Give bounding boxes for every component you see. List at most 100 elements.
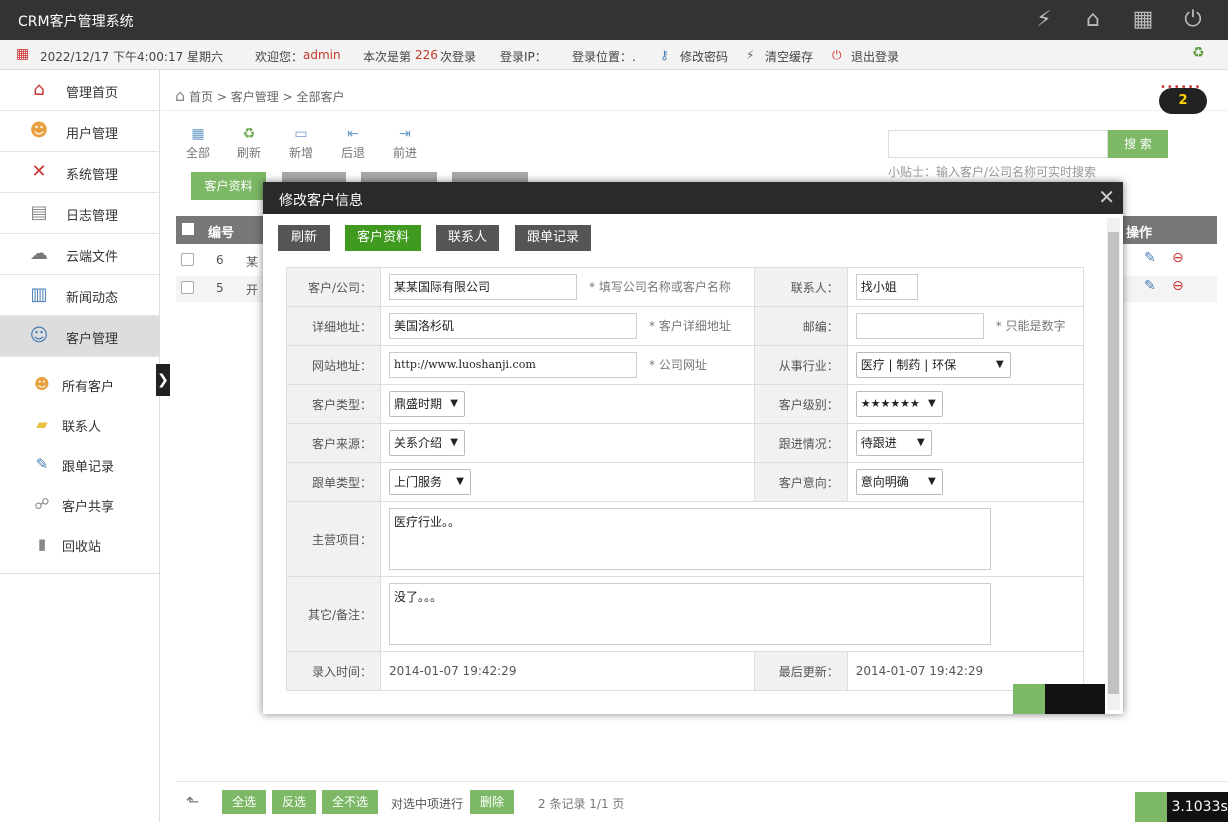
change-password-link[interactable]: 修改密码 <box>680 48 728 65</box>
select-all-checkbox[interactable] <box>182 223 194 235</box>
home-icon[interactable]: ⌂ <box>175 86 185 105</box>
divider <box>0 573 160 574</box>
login-ip: 登录IP： <box>500 50 547 64</box>
select-all-button[interactable]: 全选 <box>222 790 266 814</box>
delete-icon[interactable]: ⊖ <box>1172 250 1184 266</box>
zip-input[interactable] <box>855 313 984 339</box>
row-checkbox[interactable] <box>181 281 194 294</box>
sidebar-item-news[interactable]: ▥ 新闻动态 <box>0 275 160 316</box>
follow-select[interactable]: 待跟进 ▼ <box>855 430 932 456</box>
edit-icon[interactable]: ✎ <box>1144 250 1156 266</box>
home-icon[interactable]: ⌂ <box>1079 6 1107 34</box>
modal-tab-follow-records[interactable]: 跟单记录 <box>515 225 591 251</box>
grid-icon[interactable]: ▦ <box>1129 6 1157 34</box>
delete-button[interactable]: 删除 <box>470 790 514 814</box>
sidebar-item-users[interactable]: ☻ 用户管理 <box>0 111 160 152</box>
add-window-icon: ▭ <box>294 126 308 142</box>
industry-select[interactable]: 医疗 | 制药 | 环保 ▼ <box>855 352 1011 378</box>
chevron-down-icon: ▼ <box>928 392 936 416</box>
toolbar-forward-button[interactable]: ⇥ 前进 <box>390 126 420 161</box>
sidebar-item-label: 客户管理 <box>66 332 119 347</box>
edit-icon: ✎ <box>35 455 49 473</box>
sidebar-item-logs[interactable]: ▤ 日志管理 <box>0 193 160 234</box>
tab[interactable] <box>452 172 528 182</box>
edit-icon[interactable]: ✎ <box>1144 278 1156 294</box>
breadcrumb-home[interactable]: 首页 <box>189 90 213 104</box>
source-value: 关系介绍 <box>394 436 443 450</box>
type-value: 鼎盛时期 <box>394 397 443 411</box>
tab[interactable] <box>361 172 437 182</box>
subitem-contacts[interactable]: ▰ 联系人 <box>0 404 160 444</box>
subitem-all-customers[interactable]: ☻ 所有客户 <box>0 364 160 404</box>
toolbar-all-button[interactable]: ▦ 全部 <box>183 126 213 161</box>
modal-tab-contacts[interactable]: 联系人 <box>436 225 499 251</box>
tab[interactable] <box>282 172 346 182</box>
sidebar-item-label: 系统管理 <box>66 168 119 183</box>
login-suffix: 次登录 <box>440 50 477 64</box>
sidebar-item-system[interactable]: ✕ 系统管理 <box>0 152 160 193</box>
address-label: 详细地址： <box>286 306 381 346</box>
row-name[interactable]: 某 <box>246 253 258 270</box>
clear-cache-link[interactable]: 清空缓存 <box>765 48 813 65</box>
select-none-button[interactable]: 全不选 <box>322 790 378 814</box>
zip-hint: * 只能是数字 <box>995 318 1066 333</box>
address-input[interactable]: 美国洛杉矶 <box>389 313 637 339</box>
toolbar-add-button[interactable]: ▭ 新增 <box>286 126 316 161</box>
scrollbar-thumb[interactable] <box>1108 232 1119 694</box>
intent-select[interactable]: 意向明确 ▼ <box>855 469 943 495</box>
key-icon: ⚷ <box>660 48 669 62</box>
website-input[interactable]: http://www.luoshanji.com <box>389 352 637 378</box>
sidebar-item-cloud[interactable]: ☁ 云端文件 <box>0 234 160 275</box>
toolbar-label: 后退 <box>340 146 365 160</box>
sync-icon[interactable]: ♻ <box>1192 45 1205 61</box>
company-input[interactable]: 某某国际有限公司 <box>389 274 577 300</box>
zip-label: 邮编： <box>753 306 848 346</box>
row-name[interactable]: 开 <box>246 281 258 298</box>
chevron-down-icon: ▼ <box>917 437 925 448</box>
breadcrumb-customers[interactable]: 客户管理 <box>231 90 279 104</box>
logout-link[interactable]: 退出登录 <box>851 48 899 65</box>
customer-icon: ☺ <box>29 325 49 346</box>
close-icon[interactable]: ✕ <box>1098 185 1115 209</box>
cloud-icon: ☁ <box>30 243 48 264</box>
users-icon: ☻ <box>34 375 50 393</box>
search-button[interactable]: 搜 索 <box>1108 130 1168 158</box>
subitem-shared[interactable]: ☍ 客户共享 <box>0 484 160 524</box>
source-select[interactable]: 关系介绍 ▼ <box>389 430 465 456</box>
edit-customer-modal: 修改客户信息 ✕ 刷新 客户资料 联系人 跟单记录 客户/公司： 某某国际有限公… <box>263 182 1123 737</box>
toolbar-back-button[interactable]: ⇤ 后退 <box>338 126 368 161</box>
power-icon[interactable]: ⏻ <box>1179 6 1207 34</box>
contact-input[interactable]: 找小姐 <box>855 274 918 300</box>
row-checkbox[interactable] <box>181 253 194 266</box>
type-select[interactable]: 鼎盛时期 ▼ <box>389 391 465 417</box>
search-input[interactable] <box>888 130 1108 158</box>
follow-label: 跟进情况： <box>753 423 848 463</box>
modal-tab-customer-info[interactable]: 客户资料 <box>345 225 421 251</box>
notification-badge[interactable]: 2 <box>1159 88 1207 114</box>
project-textarea[interactable]: 医疗行业。。 <box>389 508 991 570</box>
refresh-arrows-icon[interactable]: ⚡ <box>1030 6 1058 34</box>
subitem-recycle-bin[interactable]: ▮ 回收站 <box>0 524 160 564</box>
order-type-select[interactable]: 上门服务 ▼ <box>389 469 471 495</box>
sidebar-item-customers[interactable]: ☺ 客户管理 <box>0 316 160 357</box>
tab-customer-info[interactable]: 客户资料 <box>191 172 266 200</box>
level-select[interactable]: ★★★★★★ ▼ <box>855 391 943 417</box>
delete-icon[interactable]: ⊖ <box>1172 278 1184 294</box>
row-id: 5 <box>216 281 224 295</box>
modal-tab-refresh[interactable]: 刷新 <box>278 225 330 251</box>
toolbar-refresh-button[interactable]: ♻ 刷新 <box>234 126 264 161</box>
sidebar-item-home[interactable]: ⌂ 管理首页 <box>0 70 160 111</box>
invert-selection-button[interactable]: 反选 <box>272 790 316 814</box>
company-label: 客户/公司： <box>286 267 381 307</box>
modal-title-bar: 修改客户信息 ✕ <box>263 182 1123 214</box>
collapse-sidebar-button[interactable]: ❯ <box>156 364 170 396</box>
order-type-label: 跟单类型： <box>286 462 381 502</box>
scrollbar[interactable] <box>1107 218 1120 710</box>
sidebar-item-label: 日志管理 <box>66 209 119 224</box>
breadcrumb-all: 全部客户 <box>296 90 345 104</box>
notes-textarea[interactable]: 没了。。。 <box>389 583 991 645</box>
chevron-down-icon: ▼ <box>928 476 936 487</box>
subitem-follow-records[interactable]: ✎ 跟单记录 <box>0 444 160 484</box>
login-location: 登录位置：. <box>572 50 636 64</box>
back-arrow-icon[interactable]: ⬑ <box>186 792 199 811</box>
